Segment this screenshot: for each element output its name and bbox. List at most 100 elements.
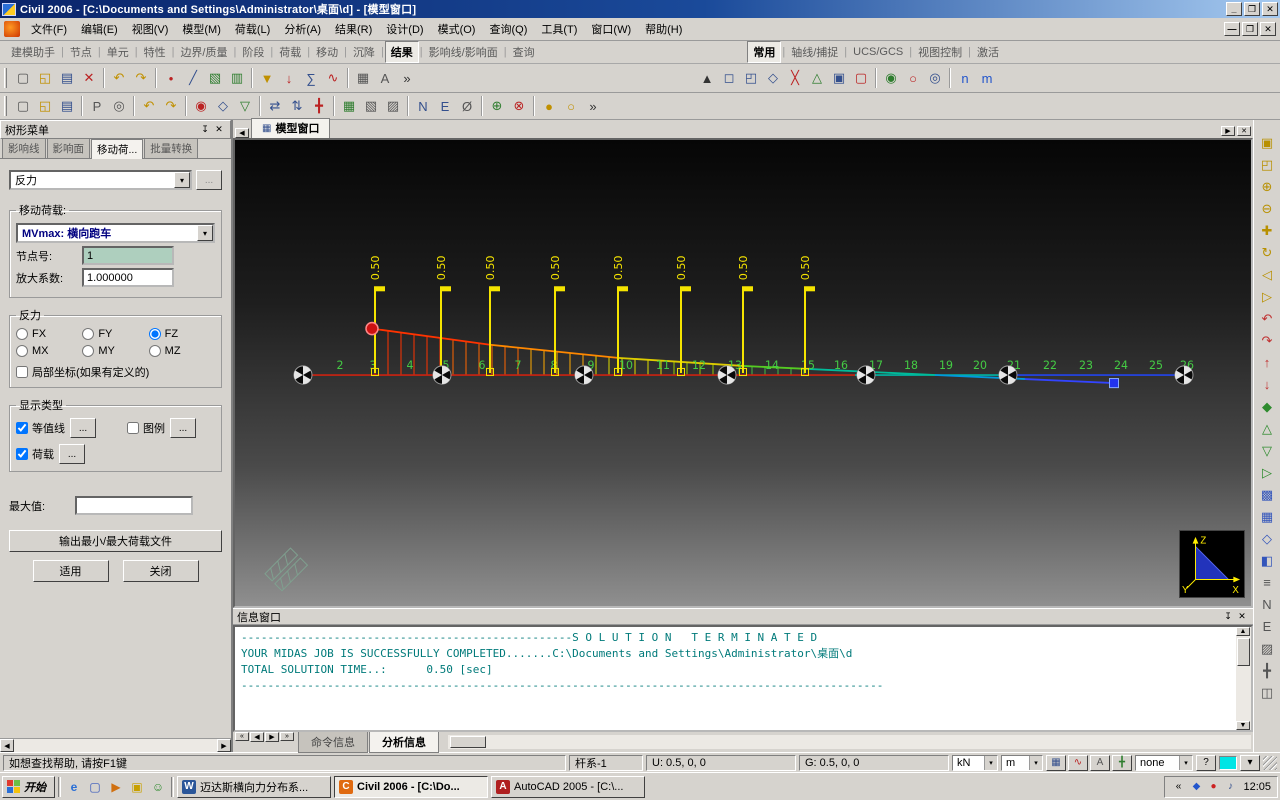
perspective-icon[interactable]: ◇ [1256,528,1278,549]
open-project-icon[interactable]: ◱ [34,67,56,89]
dynamic-report-icon[interactable]: ▦ [352,67,374,89]
moving-load-dropdown-icon[interactable]: ▾ [197,225,213,241]
reaction-radio-mx[interactable] [16,345,28,357]
tree-panel-hscrollbar[interactable]: ◀ ▶ [0,738,231,752]
moving-load-combo[interactable]: MVmax: 横向跑车 ▾ [16,223,215,243]
node-snap-icon[interactable]: n [954,67,976,89]
support-icon[interactable]: ▼ [256,67,278,89]
info-vscrollbar[interactable]: ▲ ▼ [1236,627,1251,730]
unlock-model-icon[interactable]: ○ [560,95,582,117]
mdi-restore-button[interactable]: ❐ [1242,22,1258,36]
display-option-combo[interactable]: none ▾ [1135,754,1193,771]
activate-all-icon[interactable]: ◎ [924,67,946,89]
display-load-more-button[interactable]: ... [59,444,85,464]
create-node-icon[interactable]: • [160,67,182,89]
scroll-right-icon[interactable]: ▶ [217,739,231,752]
zoom-window-icon[interactable]: ◰ [1256,154,1278,175]
select-polygon-icon[interactable]: ◇ [762,67,784,89]
model-tab-scroll-right-icon[interactable]: ▶ [1221,126,1235,136]
info-tab-analysis-message[interactable]: 分析信息 [369,732,439,753]
select-plane-icon[interactable]: △ [806,67,828,89]
ribbon-tab-model-wizard[interactable]: 建模助手 [6,42,60,62]
display-option-icon[interactable]: ≡ [1256,572,1278,593]
model-viewport[interactable]: 2345678910111213141516171819202122232425… [233,138,1253,608]
model-tab-close-icon[interactable]: ✕ [1237,126,1251,136]
menu-results[interactable]: 结果(R) [328,18,379,40]
result-type-dropdown-icon[interactable]: ▾ [174,172,190,188]
menu-model[interactable]: 模型(M) [175,18,228,40]
section-property-icon[interactable]: ▥ [226,67,248,89]
rotate-left-icon[interactable]: ↶ [1256,308,1278,329]
ribbon-tab-load[interactable]: 荷载 [274,42,306,62]
render-view-icon[interactable]: ◧ [1256,550,1278,571]
ribbon-tab-query[interactable]: 查询 [508,42,540,62]
tray-expand-icon[interactable]: « [1171,780,1185,794]
display-legend-checkbox[interactable]: 图例 [127,420,165,436]
antivirus-icon[interactable]: ● [1206,780,1220,794]
status-extra-button[interactable]: ▾ [1240,754,1260,771]
info-close-icon[interactable]: ✕ [1235,610,1249,623]
display-legend-check[interactable] [127,422,139,434]
graph-icon[interactable]: ∿ [1068,754,1088,771]
shading-icon[interactable]: ▨ [382,95,404,117]
length-unit-dropdown-icon[interactable]: ▾ [1029,755,1042,770]
undo-icon[interactable]: ↶ [108,67,130,89]
menu-query[interactable]: 查询(Q) [482,18,534,40]
material-property-icon[interactable]: ▧ [204,67,226,89]
task-button-2[interactable]: A AutoCAD 2005 - [C:\... [491,775,645,798]
rotate-down-icon[interactable]: ↓ [1256,374,1278,395]
new-file-icon[interactable]: ▢ [12,95,34,117]
ribbon-tab-results[interactable]: 结果 [384,41,419,63]
query-element-icon[interactable]: E [434,95,456,117]
deactivate-icon[interactable]: ○ [902,67,924,89]
view-iso-icon[interactable]: ◆ [1256,396,1278,417]
run-analysis-icon[interactable]: ∑ [300,67,322,89]
ribbon-tab-node[interactable]: 节点 [65,42,97,62]
load-table-icon[interactable]: ▽ [234,95,256,117]
info-tab-first-icon[interactable]: « [235,732,249,741]
move-copy-icon[interactable]: ⇄ [264,95,286,117]
reaction-option-fz[interactable]: FZ [148,328,215,340]
text-output-icon[interactable]: A [374,67,396,89]
tree-tab-batch-convert[interactable]: 批量转换 [144,138,199,158]
scale-factor-input[interactable] [82,268,174,287]
toolbar-grip[interactable] [4,96,7,116]
minimize-button[interactable]: _ [1226,2,1242,16]
element-snap-icon[interactable]: m [976,67,998,89]
result-table-icon[interactable]: ▦ [1046,754,1066,771]
new-project-icon[interactable]: ▢ [12,67,34,89]
media-player-icon[interactable]: ▶ [106,777,126,797]
select-intersect-icon[interactable]: ╳ [784,67,806,89]
print-icon[interactable]: P [86,95,108,117]
show-desktop-icon[interactable]: ▢ [85,777,105,797]
info-hscrollbar[interactable] [448,735,1251,749]
info-tab-last-icon[interactable]: » [280,732,294,741]
element-number-icon[interactable]: E [1256,616,1278,637]
info-tab-prev-icon[interactable]: ◀ [250,732,264,742]
query-node-icon[interactable]: N [412,95,434,117]
snap-grid-icon[interactable]: ╋ [1256,660,1278,681]
ribbon-tab-boundary-mass[interactable]: 边界/质量 [175,42,232,62]
menu-view[interactable]: 视图(V) [125,18,176,40]
measure-icon[interactable]: Ø [456,95,478,117]
toolbar-grip[interactable] [4,68,7,88]
export-minmax-button[interactable]: 输出最小/最大荷载文件 [9,530,222,552]
zoom-in-icon[interactable]: ⊕ [1256,176,1278,197]
save-project-icon[interactable]: ▤ [56,67,78,89]
menu-design[interactable]: 设计(D) [379,18,430,40]
ribbon-tab-activate[interactable]: 激活 [972,42,1004,62]
ribbon-tab-view-control[interactable]: 视图控制 [913,42,967,62]
load-case-icon[interactable]: ↓ [278,67,300,89]
scroll-track[interactable] [14,739,217,752]
result-plot-icon[interactable]: ∿ [322,67,344,89]
element-table-icon[interactable]: ◇ [212,95,234,117]
mdi-minimize-button[interactable]: — [1224,22,1240,36]
result-type-more-button[interactable]: ... [196,170,222,190]
tree-tab-influence-surface[interactable]: 影响面 [46,138,90,158]
mirror-icon[interactable]: ⇅ [286,95,308,117]
tree-tab-moving-load[interactable]: 移动荷... [91,139,144,159]
reaction-radio-my[interactable] [82,345,95,357]
toolbar1-overflow-icon[interactable]: » [396,67,418,89]
force-unit-dropdown-icon[interactable]: ▾ [984,755,997,770]
select-single-icon[interactable]: ◻ [718,67,740,89]
